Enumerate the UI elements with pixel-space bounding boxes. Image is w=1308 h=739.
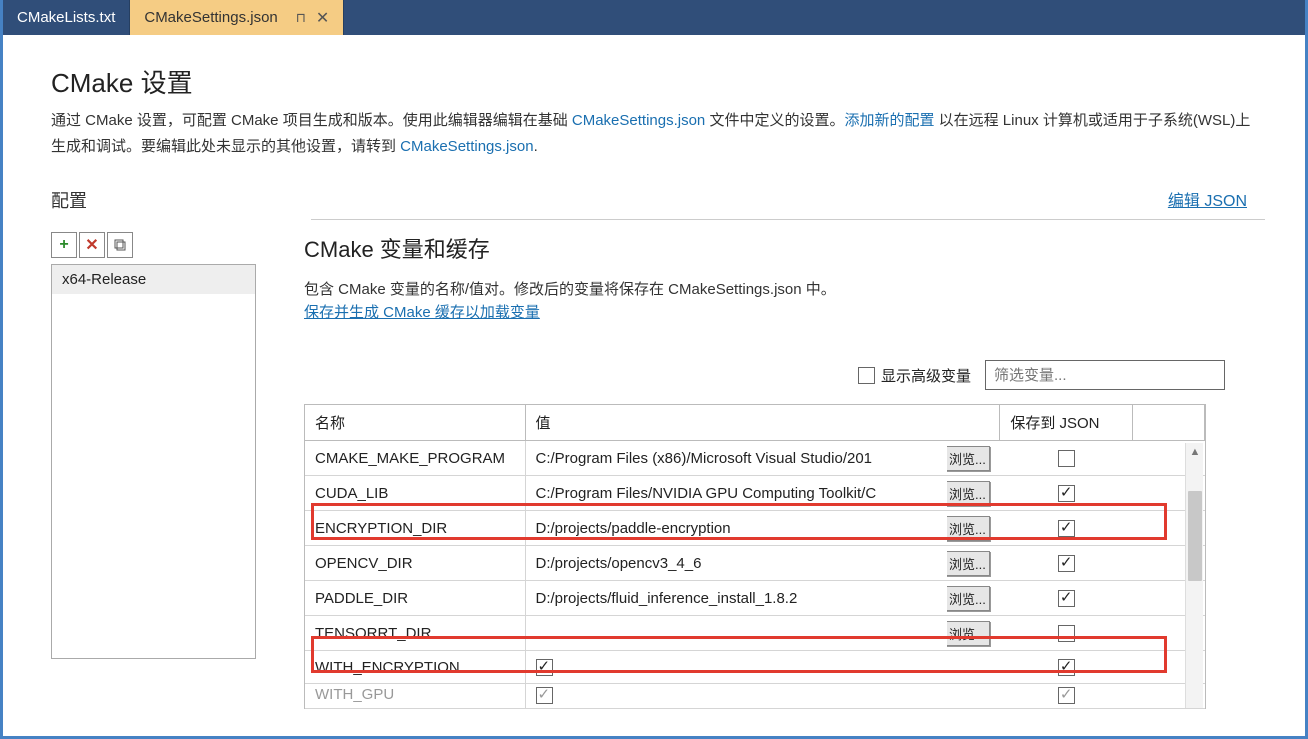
browse-button[interactable]: 浏览... [947, 551, 990, 576]
save-checkbox[interactable] [1058, 659, 1075, 676]
table-row: WITH_GPU [305, 684, 1205, 709]
save-generate-cache-link[interactable]: 保存并生成 CMake 缓存以加载变量 [304, 301, 540, 322]
save-checkbox[interactable] [1058, 450, 1075, 467]
link-cmakesettings-2[interactable]: CMakeSettings.json [400, 138, 533, 155]
tab-active-label: CMakeSettings.json [144, 9, 277, 26]
variables-table: 名称 值 保存到 JSON CMAKE_MAKE_PROGRAMC:/Progr… [305, 405, 1205, 709]
table-row: PADDLE_DIRD:/projects/fluid_inference_in… [305, 581, 1205, 616]
browse-button[interactable]: 浏览... [947, 516, 990, 541]
section-description: 包含 CMake 变量的名称/值对。修改后的变量将保存在 CMakeSettin… [304, 278, 1265, 299]
save-to-json-cell[interactable] [1000, 684, 1133, 709]
table-row: TENSORRT_DIR 浏览... [305, 616, 1205, 651]
browse-button[interactable]: 浏览... [947, 586, 990, 611]
page-description: 通过 CMake 设置，可配置 CMake 项目生成和版本。使用此编辑器编辑在基… [51, 108, 1265, 159]
browse-button[interactable]: 浏览... [947, 446, 990, 471]
page-title: CMake 设置 [51, 63, 1265, 100]
table-row: WITH_ENCRYPTION [305, 651, 1205, 684]
save-to-json-cell[interactable] [1000, 511, 1133, 546]
browse-button[interactable]: 浏览... [947, 481, 990, 506]
table-row: CUDA_LIBC:/Program Files/NVIDIA GPU Comp… [305, 476, 1205, 511]
var-value[interactable] [525, 616, 947, 651]
var-name: TENSORRT_DIR [305, 616, 525, 651]
save-checkbox[interactable] [1058, 520, 1075, 537]
config-sidebar: + ✕ x64-Release [51, 232, 266, 709]
tab-cmakesettings[interactable]: CMakeSettings.json ⊓ ✕ [130, 0, 344, 35]
link-add-config[interactable]: 添加新的配置 [844, 112, 934, 129]
content-area: CMake 设置 通过 CMake 设置，可配置 CMake 项目生成和版本。使… [3, 35, 1305, 709]
add-config-button[interactable]: + [51, 232, 77, 258]
checkbox-icon [858, 367, 875, 384]
save-to-json-cell[interactable] [1000, 581, 1133, 616]
config-label: 配置 [51, 187, 106, 213]
edit-json-link[interactable]: 编辑 JSON [1168, 187, 1247, 211]
scroll-thumb[interactable] [1188, 491, 1202, 581]
tab-bar: CMakeLists.txt CMakeSettings.json ⊓ ✕ [3, 0, 1305, 35]
var-name: WITH_ENCRYPTION [305, 651, 525, 684]
value-checkbox[interactable] [536, 659, 553, 676]
var-value[interactable]: D:/projects/paddle-encryption [525, 511, 947, 546]
var-value[interactable]: D:/projects/opencv3_4_6 [525, 546, 947, 581]
save-to-json-cell[interactable] [1000, 441, 1133, 476]
var-name: ENCRYPTION_DIR [305, 511, 525, 546]
var-name: WITH_GPU [305, 684, 525, 709]
pin-icon[interactable]: ⊓ [296, 10, 306, 26]
close-icon[interactable]: ✕ [316, 8, 329, 28]
save-checkbox[interactable] [1058, 485, 1075, 502]
save-to-json-cell[interactable] [1000, 546, 1133, 581]
save-to-json-cell[interactable] [1000, 476, 1133, 511]
save-checkbox[interactable] [1058, 555, 1075, 572]
var-name: CMAKE_MAKE_PROGRAM [305, 441, 525, 476]
variables-panel: CMake 变量和缓存 包含 CMake 变量的名称/值对。修改后的变量将保存在… [266, 232, 1265, 709]
var-value[interactable] [525, 651, 947, 684]
scroll-up-icon[interactable]: ▲ [1186, 443, 1204, 461]
config-list: x64-Release [51, 264, 256, 659]
table-row: CMAKE_MAKE_PROGRAMC:/Program Files (x86)… [305, 441, 1205, 476]
var-name: CUDA_LIB [305, 476, 525, 511]
save-checkbox[interactable] [1058, 590, 1075, 607]
var-value[interactable]: C:/Program Files (x86)/Microsoft Visual … [525, 441, 947, 476]
section-title: CMake 变量和缓存 [304, 232, 1265, 264]
var-name: PADDLE_DIR [305, 581, 525, 616]
var-value[interactable]: C:/Program Files/NVIDIA GPU Computing To… [525, 476, 947, 511]
var-name: OPENCV_DIR [305, 546, 525, 581]
save-to-json-cell[interactable] [1000, 616, 1133, 651]
col-header-value[interactable]: 值 [525, 405, 1000, 441]
value-checkbox[interactable] [536, 687, 553, 704]
table-row: OPENCV_DIRD:/projects/opencv3_4_6浏览... [305, 546, 1205, 581]
col-header-pad [1133, 405, 1205, 441]
save-to-json-cell[interactable] [1000, 651, 1133, 684]
table-row: ENCRYPTION_DIRD:/projects/paddle-encrypt… [305, 511, 1205, 546]
divider [311, 219, 1265, 220]
save-checkbox[interactable] [1058, 625, 1075, 642]
table-scrollbar[interactable]: ▲ [1185, 443, 1203, 708]
remove-config-button[interactable]: ✕ [79, 232, 105, 258]
var-value[interactable]: D:/projects/fluid_inference_install_1.8.… [525, 581, 947, 616]
duplicate-icon [113, 238, 127, 252]
config-item-x64-release[interactable]: x64-Release [52, 265, 255, 294]
col-header-name[interactable]: 名称 [305, 405, 525, 441]
browse-button[interactable]: 浏览... [947, 621, 990, 646]
save-checkbox[interactable] [1058, 687, 1075, 704]
link-cmakesettings-1[interactable]: CMakeSettings.json [572, 112, 705, 129]
filter-input[interactable] [985, 360, 1225, 390]
var-value[interactable] [525, 684, 947, 709]
tab-cmakelists[interactable]: CMakeLists.txt [3, 0, 130, 35]
show-advanced-checkbox[interactable]: 显示高级变量 [858, 365, 971, 386]
config-toolbar: + ✕ [51, 232, 256, 258]
col-header-save[interactable]: 保存到 JSON [1000, 405, 1133, 441]
duplicate-config-button[interactable] [107, 232, 133, 258]
variables-table-wrap: 名称 值 保存到 JSON CMAKE_MAKE_PROGRAMC:/Progr… [304, 404, 1206, 709]
